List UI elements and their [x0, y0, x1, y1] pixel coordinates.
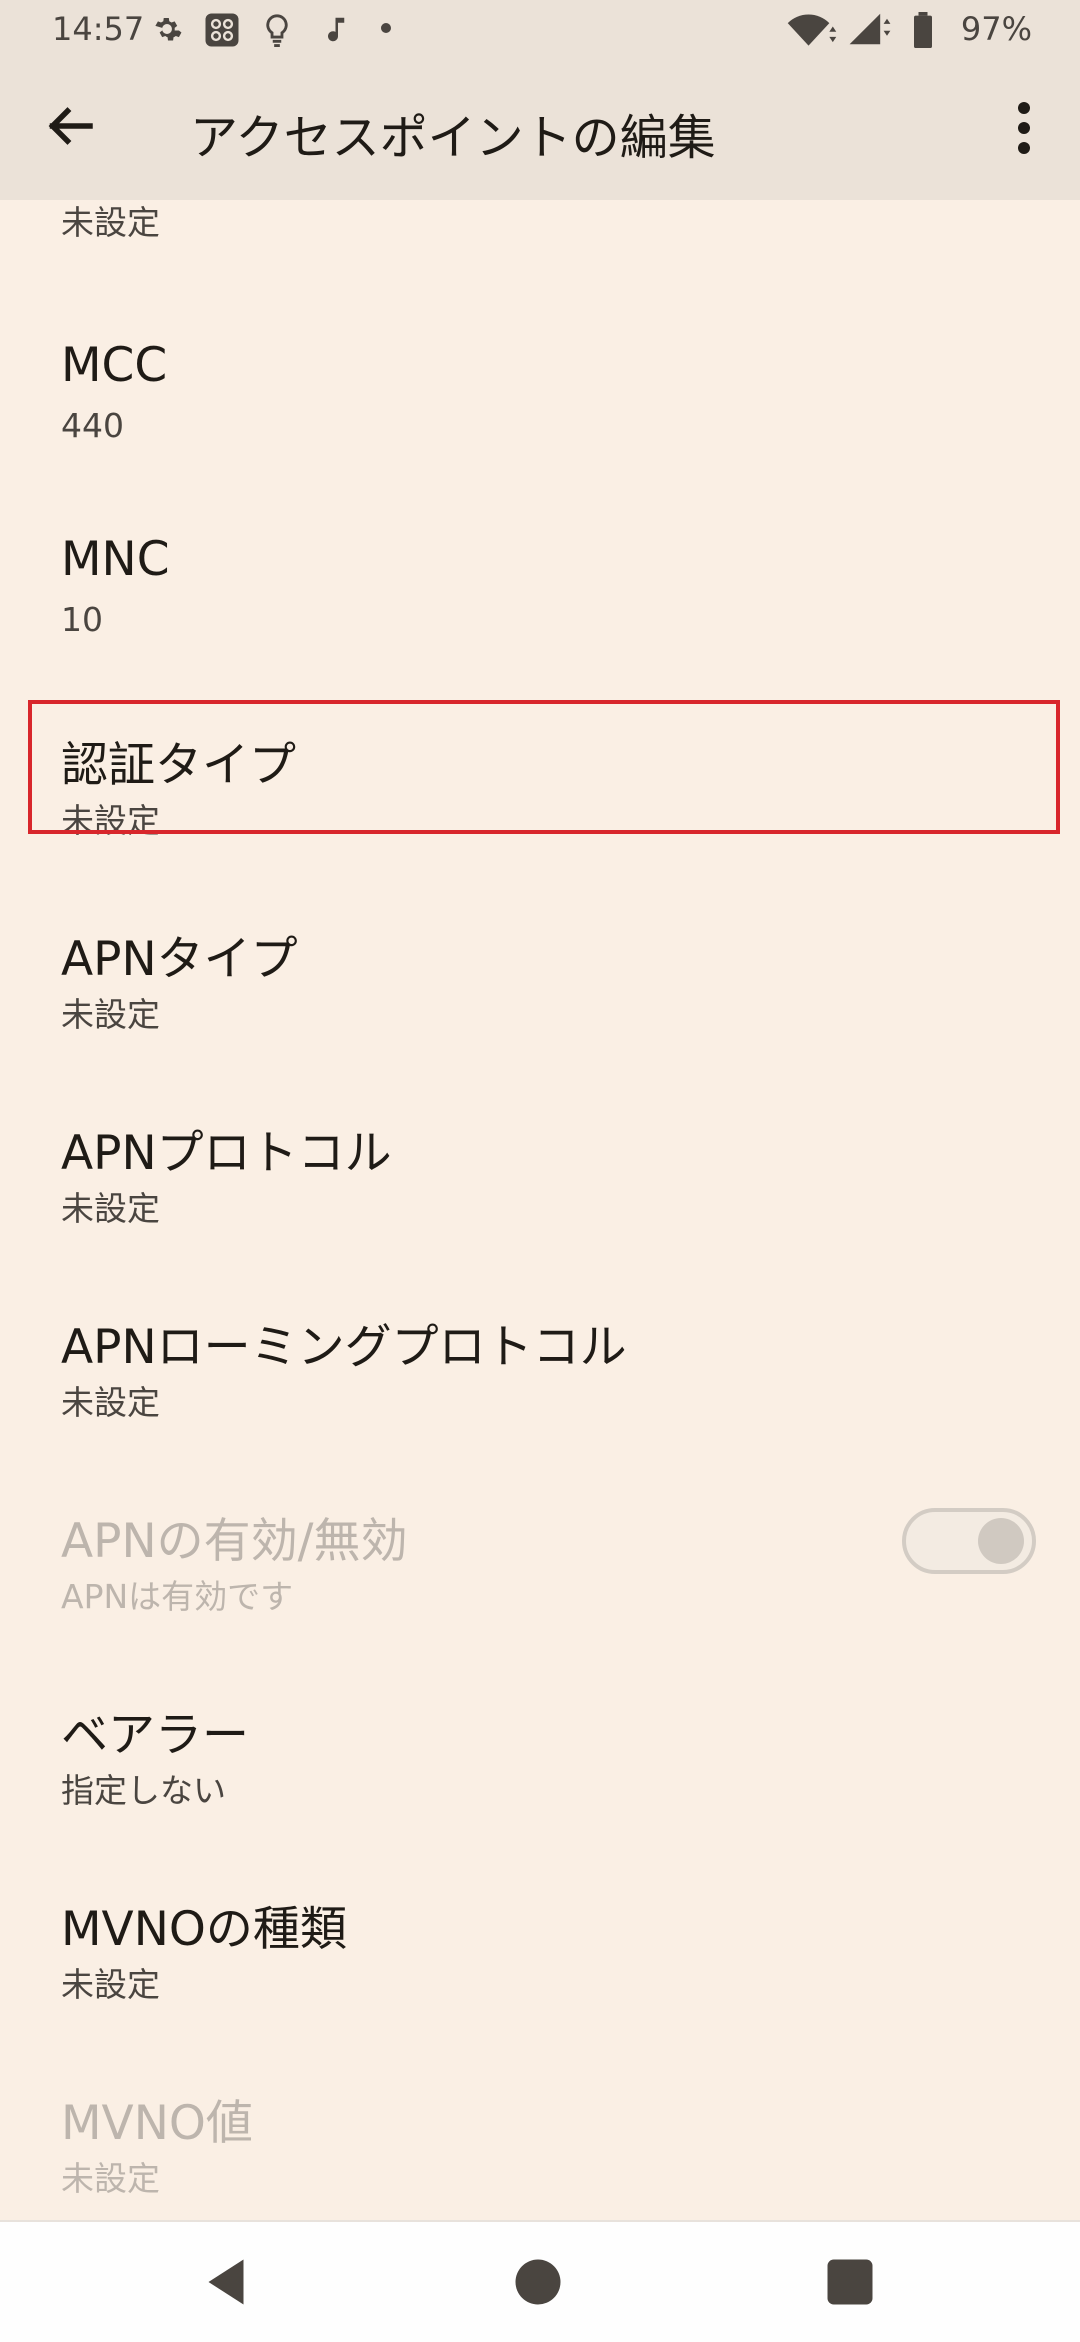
pref-apn-enable: APNの有効/無効 APNは有効です	[0, 1482, 1080, 1676]
music-note-icon	[328, 17, 345, 42]
status-time: 14:57	[52, 10, 145, 48]
pref-apn-roaming-protocol[interactable]: APNローミングプロトコル 未設定	[0, 1288, 1080, 1482]
pref-title: MVNO値	[61, 2096, 253, 2151]
pref-title: APNプロトコル	[61, 1126, 392, 1181]
gear-icon	[155, 17, 182, 41]
partial-preference-summary: 未設定	[61, 203, 160, 242]
page-title: アクセスポイントの編集	[190, 110, 716, 166]
pref-summary: 未設定	[61, 1383, 160, 1422]
back-triangle-icon[interactable]	[196, 2252, 256, 2312]
pref-mcc[interactable]: MCC 440	[0, 318, 1080, 512]
navigation-bar	[0, 2220, 1080, 2342]
battery-percent: 97%	[960, 10, 1032, 48]
pref-title: APNローミングプロトコル	[61, 1320, 627, 1375]
pref-apn-protocol[interactable]: APNプロトコル 未設定	[0, 1094, 1080, 1288]
signal-icon	[849, 13, 891, 45]
status-bar: 14:57 97%	[0, 0, 1080, 58]
bulb-icon	[266, 14, 288, 47]
pref-summary: 440	[61, 406, 124, 445]
pref-mnc[interactable]: MNC 10	[0, 512, 1080, 706]
apps-grid-icon	[205, 13, 239, 47]
pref-title: MCC	[61, 338, 168, 393]
pref-title: APNの有効/無効	[61, 1514, 408, 1569]
wifi-icon	[787, 14, 837, 46]
pref-title: APNタイプ	[61, 932, 298, 987]
more-vert-icon[interactable]	[1002, 96, 1046, 160]
recents-square-icon[interactable]	[820, 2252, 880, 2312]
highlight-box	[28, 700, 1060, 834]
pref-apn-type[interactable]: APNタイプ 未設定	[0, 900, 1080, 1094]
pref-mvno-type[interactable]: MVNOの種類 未設定	[0, 1870, 1080, 2064]
apn-enable-toggle	[902, 1508, 1036, 1574]
pref-bearer[interactable]: ベアラー 指定しない	[0, 1676, 1080, 1870]
top-app-bar: 14:57 97% アクセスポイントの編集	[0, 0, 1080, 200]
pref-summary: 未設定	[61, 2159, 160, 2198]
back-arrow-icon[interactable]	[40, 96, 100, 156]
pref-summary: 未設定	[61, 1189, 160, 1228]
home-circle-icon[interactable]	[508, 2252, 568, 2312]
toggle-knob	[978, 1518, 1024, 1564]
pref-title: ベアラー	[61, 1708, 249, 1763]
pref-summary: APNは有効です	[61, 1577, 294, 1616]
pref-title: MVNOの種類	[61, 1902, 347, 1957]
pref-summary: 10	[61, 600, 103, 639]
battery-icon	[914, 12, 932, 48]
pref-summary: 未設定	[61, 995, 160, 1034]
dot-icon	[381, 23, 391, 33]
pref-summary: 指定しない	[61, 1771, 226, 1810]
pref-summary: 未設定	[61, 1965, 160, 2004]
pref-title: MNC	[61, 532, 170, 587]
